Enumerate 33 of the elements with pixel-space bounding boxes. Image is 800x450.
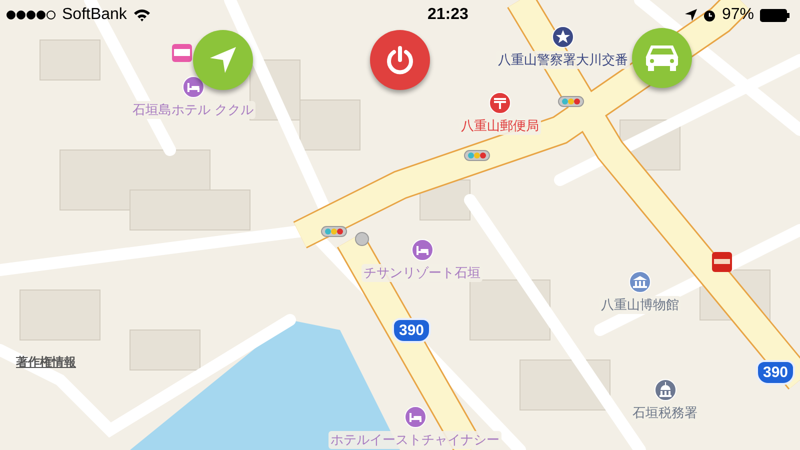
wifi-icon	[132, 8, 151, 22]
police-pin-icon[interactable]	[552, 26, 574, 48]
navigation-arrow-icon	[208, 45, 238, 75]
place-label: 八重山博物館	[599, 296, 681, 314]
power-icon	[385, 45, 415, 75]
traffic-light-icon	[558, 96, 584, 107]
government-pin-icon[interactable]	[654, 379, 676, 401]
location-arrow-icon	[684, 9, 697, 21]
clock-time: 21:23	[427, 6, 468, 24]
museum-pin-icon[interactable]	[629, 271, 651, 293]
hotel-pin-icon[interactable]	[182, 76, 204, 98]
place-label: ホテルイーストチャイナシー	[328, 431, 502, 449]
copyright-link[interactable]: 著作権情報	[16, 354, 76, 371]
post-pin-icon[interactable]	[489, 92, 511, 114]
place-label: 八重山郵便局	[459, 117, 541, 135]
place-label: チサンリゾート石垣	[362, 264, 482, 282]
hotel-pin-icon[interactable]	[411, 239, 433, 261]
battery-icon	[760, 8, 790, 22]
traffic-light-icon	[464, 150, 490, 161]
shop-sign-icon	[172, 44, 192, 62]
route-number-shield: 390	[756, 360, 796, 385]
place-label: 八重山警察署大川交番	[496, 51, 630, 69]
carrier-name: SoftBank	[62, 6, 127, 24]
route-number-shield: 390	[392, 318, 432, 343]
alarm-clock-icon	[702, 8, 716, 22]
car-icon	[644, 43, 680, 73]
hotel-pin-icon[interactable]	[404, 406, 426, 428]
gas-station-sign-icon	[712, 252, 732, 272]
place-label: 石垣税務署	[630, 404, 700, 422]
battery-percentage: 97%	[722, 6, 754, 24]
traffic-light-icon	[321, 226, 347, 237]
signal-icon	[6, 10, 56, 20]
place-label: 石垣島ホテル ククル	[130, 101, 256, 119]
